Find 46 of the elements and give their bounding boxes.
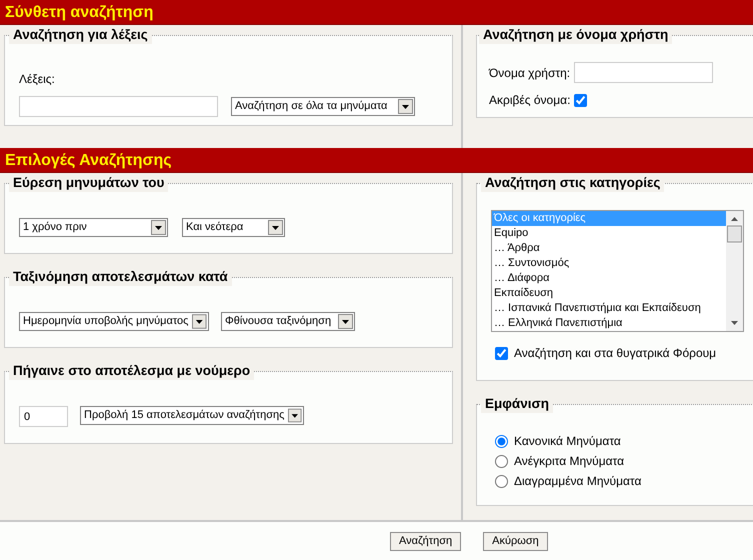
list-item[interactable]: Εκπαίδευση (492, 286, 726, 301)
fieldset-legend: Αναζήτηση με όνομα χρήστη (479, 26, 672, 44)
list-item[interactable]: … Διάφορα (492, 271, 726, 286)
fieldset-legend: Ταξινόμηση αποτελεσμάτων κατά (9, 268, 232, 286)
field-label: Ακριβές όνομα: (489, 92, 570, 109)
radio-label: Διαγραμμένα Μηνύματα (514, 473, 642, 490)
dropdown[interactable]: Φθίνουσα ταξινόμηση (221, 312, 355, 331)
scroll-bar[interactable] (726, 211, 743, 331)
field-label: Λέξεις: (19, 71, 56, 88)
radio-label: Ανέγκριτα Μηνύματα (514, 453, 624, 470)
username-field[interactable] (574, 62, 714, 83)
dropdown[interactable]: Ημερομηνία υποβολής μηνύματος (19, 312, 209, 331)
dropdown[interactable]: Προβολή 15 αποτελεσμάτων αναζήτησης (80, 406, 304, 425)
list-item[interactable]: … Ελληνικά Πανεπιστήμια (492, 316, 726, 331)
list-item[interactable]: … Συντονισμός (492, 256, 726, 271)
fieldset-legend: Πήγαινε στο αποτέλεσμα με νούμερο (9, 362, 254, 380)
radio-label: Κανονικά Μηνύματα (514, 433, 621, 450)
search-field[interactable] (19, 96, 218, 117)
caret-icon[interactable] (268, 220, 283, 235)
caret-icon[interactable] (338, 314, 353, 329)
checkbox[interactable] (574, 94, 588, 106)
list-item[interactable]: Equipo (492, 226, 726, 241)
list-item[interactable]: … Ισπανικά Πανεπιστήμια και Εκπαίδευση (492, 301, 726, 316)
section-header: Σύνθετη αναζήτηση (0, 0, 753, 25)
section-header: Επιλογές Αναζήτησης (0, 148, 753, 173)
caret-icon[interactable] (192, 314, 207, 329)
fieldset-legend: Εύρεση μηνυμάτων του (9, 174, 168, 192)
dropdown[interactable]: Και νεότερα (182, 218, 285, 237)
field-label: Όνομα χρήστη: (489, 64, 570, 82)
fieldset-legend: Αναζήτηση στις κατηγορίες (481, 174, 664, 192)
checkbox-label: Αναζήτηση και στα θυγατρικά Φόρουμ (514, 345, 716, 362)
fieldset-legend: Εμφάνιση (481, 395, 553, 413)
search-button[interactable]: Αναζήτηση (390, 532, 462, 551)
dropdown[interactable]: Αναζήτηση σε όλα τα μηνύματα (231, 97, 415, 116)
fieldset-legend: Αναζήτηση για λέξεις (9, 26, 152, 44)
radio-button[interactable] (495, 454, 508, 468)
cancel-button[interactable]: Ακύρωση (483, 532, 548, 551)
number-field[interactable]: 0 (19, 406, 68, 427)
radio-button[interactable] (495, 434, 508, 448)
radio-button[interactable] (495, 474, 508, 488)
caret-icon[interactable] (151, 220, 166, 235)
caret-icon[interactable] (398, 99, 413, 114)
list-item[interactable]: … Άρθρα (492, 241, 726, 256)
dropdown[interactable]: 1 χρόνο πριν (19, 218, 168, 237)
caret-icon[interactable] (288, 408, 302, 423)
checkbox[interactable] (495, 346, 508, 360)
